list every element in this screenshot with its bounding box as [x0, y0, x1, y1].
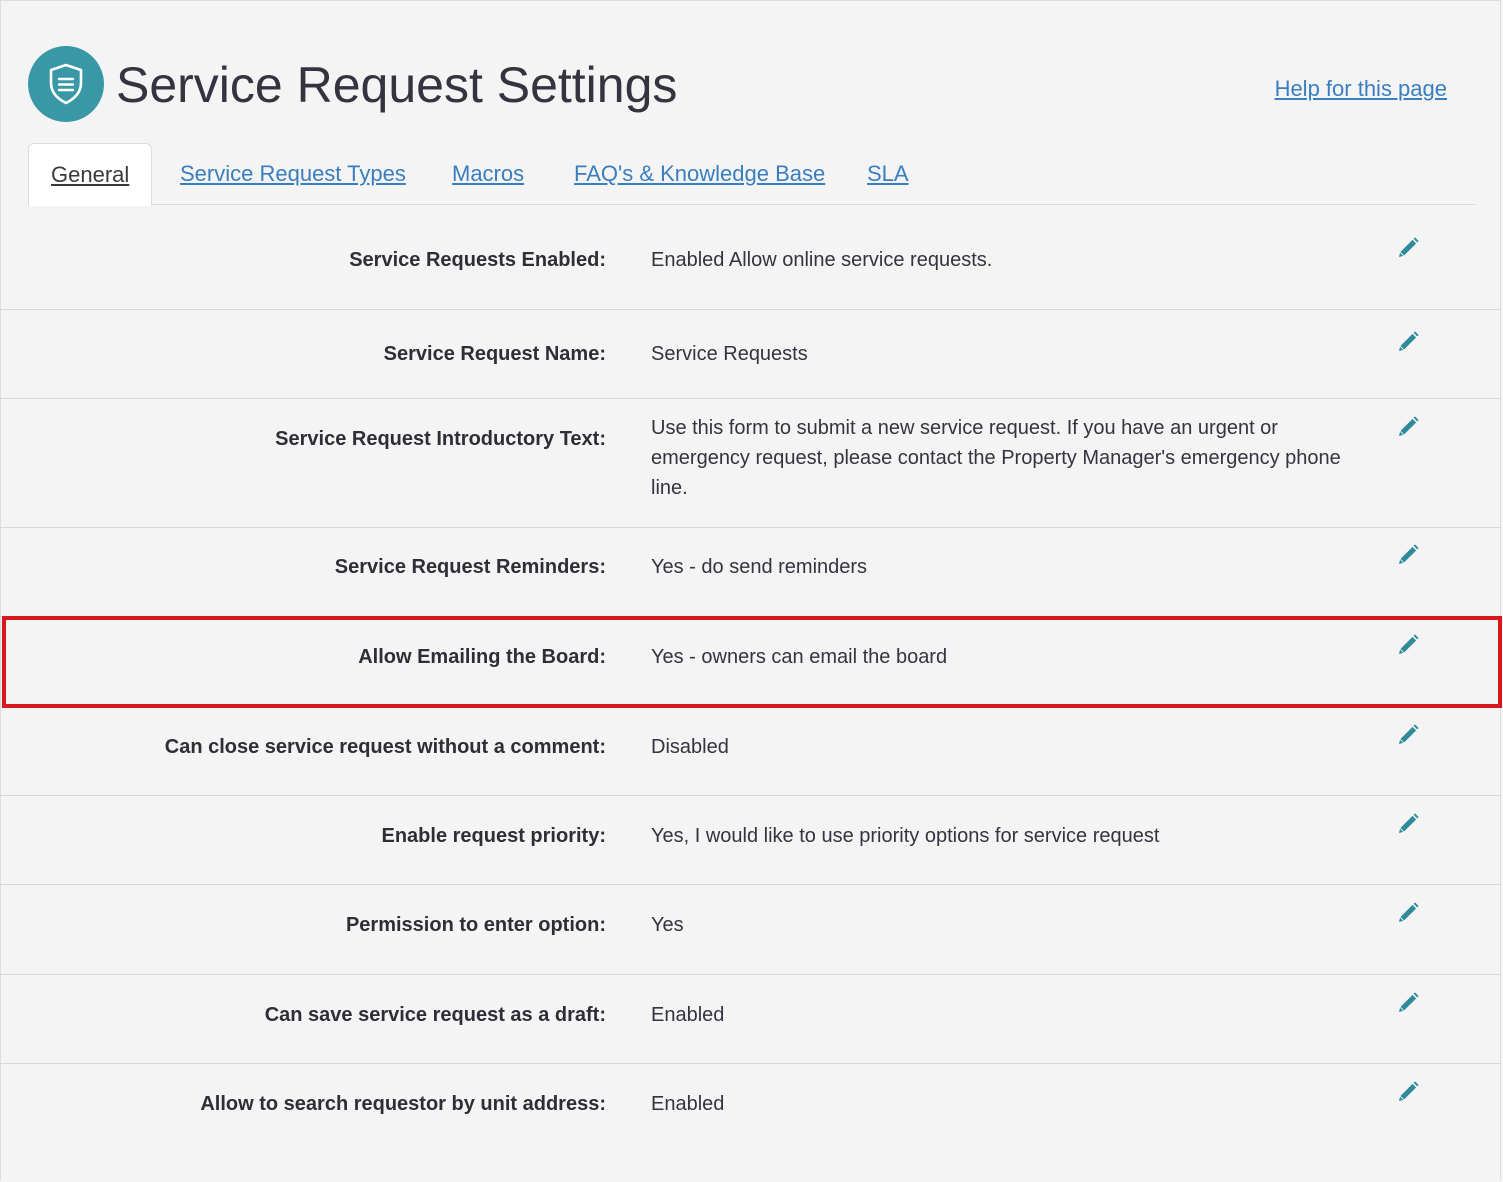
- setting-value: Yes, I would like to use priority option…: [651, 825, 1160, 847]
- setting-row-save-as-draft: Can save service request as a draft: Ena…: [0, 975, 1501, 1064]
- setting-value: Disabled: [651, 736, 729, 758]
- setting-value: Yes: [651, 914, 684, 936]
- setting-value: Enabled Allow online service requests.: [651, 249, 993, 271]
- setting-row-close-without-comment: Can close service request without a comm…: [0, 707, 1501, 796]
- tab-sla[interactable]: SLA: [867, 143, 909, 205]
- setting-label: Service Request Introductory Text:: [275, 428, 606, 450]
- pencil-icon[interactable]: [1395, 414, 1421, 440]
- setting-value: Yes - owners can email the board: [651, 646, 948, 668]
- setting-row-service-requests-enabled: Service Requests Enabled: Enabled Allow …: [0, 205, 1501, 310]
- settings-tabs: General Service Request Types Macros FAQ…: [28, 143, 1475, 206]
- setting-label: Can save service request as a draft:: [264, 1004, 606, 1026]
- pencil-icon[interactable]: [1395, 722, 1421, 748]
- page-header: Service Request Settings Help for this p…: [28, 46, 1475, 124]
- setting-value: Use this form to submit a new service re…: [651, 417, 1341, 499]
- setting-label: Enable request priority:: [381, 825, 607, 847]
- setting-row-reminders: Service Request Reminders: Yes - do send…: [0, 528, 1501, 617]
- setting-row-permission-to-enter: Permission to enter option: Yes: [0, 885, 1501, 975]
- setting-value: Yes - do send reminders: [651, 556, 868, 578]
- pencil-icon[interactable]: [1395, 990, 1421, 1016]
- setting-row-request-priority: Enable request priority: Yes, I would li…: [0, 796, 1501, 885]
- help-link[interactable]: Help for this page: [1275, 76, 1447, 102]
- page-title: Service Request Settings: [116, 57, 678, 113]
- setting-label: Allow to search requestor by unit addres…: [200, 1093, 606, 1115]
- pencil-icon[interactable]: [1395, 632, 1421, 658]
- setting-row-service-request-name: Service Request Name: Service Requests: [0, 310, 1501, 399]
- pencil-icon[interactable]: [1395, 811, 1421, 837]
- setting-label: Permission to enter option:: [345, 914, 606, 936]
- setting-label: Service Request Name:: [383, 343, 606, 365]
- tab-general[interactable]: General: [28, 143, 153, 206]
- setting-label: Service Request Reminders:: [334, 556, 606, 578]
- tab-macros[interactable]: Macros: [452, 143, 524, 205]
- setting-row-search-by-unit-address: Allow to search requestor by unit addres…: [0, 1064, 1501, 1164]
- pencil-icon[interactable]: [1395, 1079, 1421, 1105]
- setting-row-allow-emailing-board: Allow Emailing the Board: Yes - owners c…: [0, 617, 1501, 707]
- setting-label: Allow Emailing the Board:: [358, 646, 606, 668]
- setting-value: Service Requests: [651, 343, 808, 365]
- pencil-icon[interactable]: [1395, 900, 1421, 926]
- setting-label: Can close service request without a comm…: [164, 736, 606, 758]
- pencil-icon[interactable]: [1395, 542, 1421, 568]
- pencil-icon[interactable]: [1395, 329, 1421, 355]
- setting-row-introductory-text: Service Request Introductory Text: Use t…: [0, 399, 1501, 528]
- shield-list-icon: [28, 46, 104, 122]
- setting-label: Service Requests Enabled:: [349, 249, 606, 271]
- pencil-icon[interactable]: [1395, 235, 1421, 261]
- setting-value: Enabled: [651, 1093, 725, 1115]
- tab-service-request-types[interactable]: Service Request Types: [180, 143, 406, 205]
- tab-faqs-knowledge-base[interactable]: FAQ's & Knowledge Base: [574, 143, 825, 205]
- setting-value: Enabled: [651, 1004, 725, 1026]
